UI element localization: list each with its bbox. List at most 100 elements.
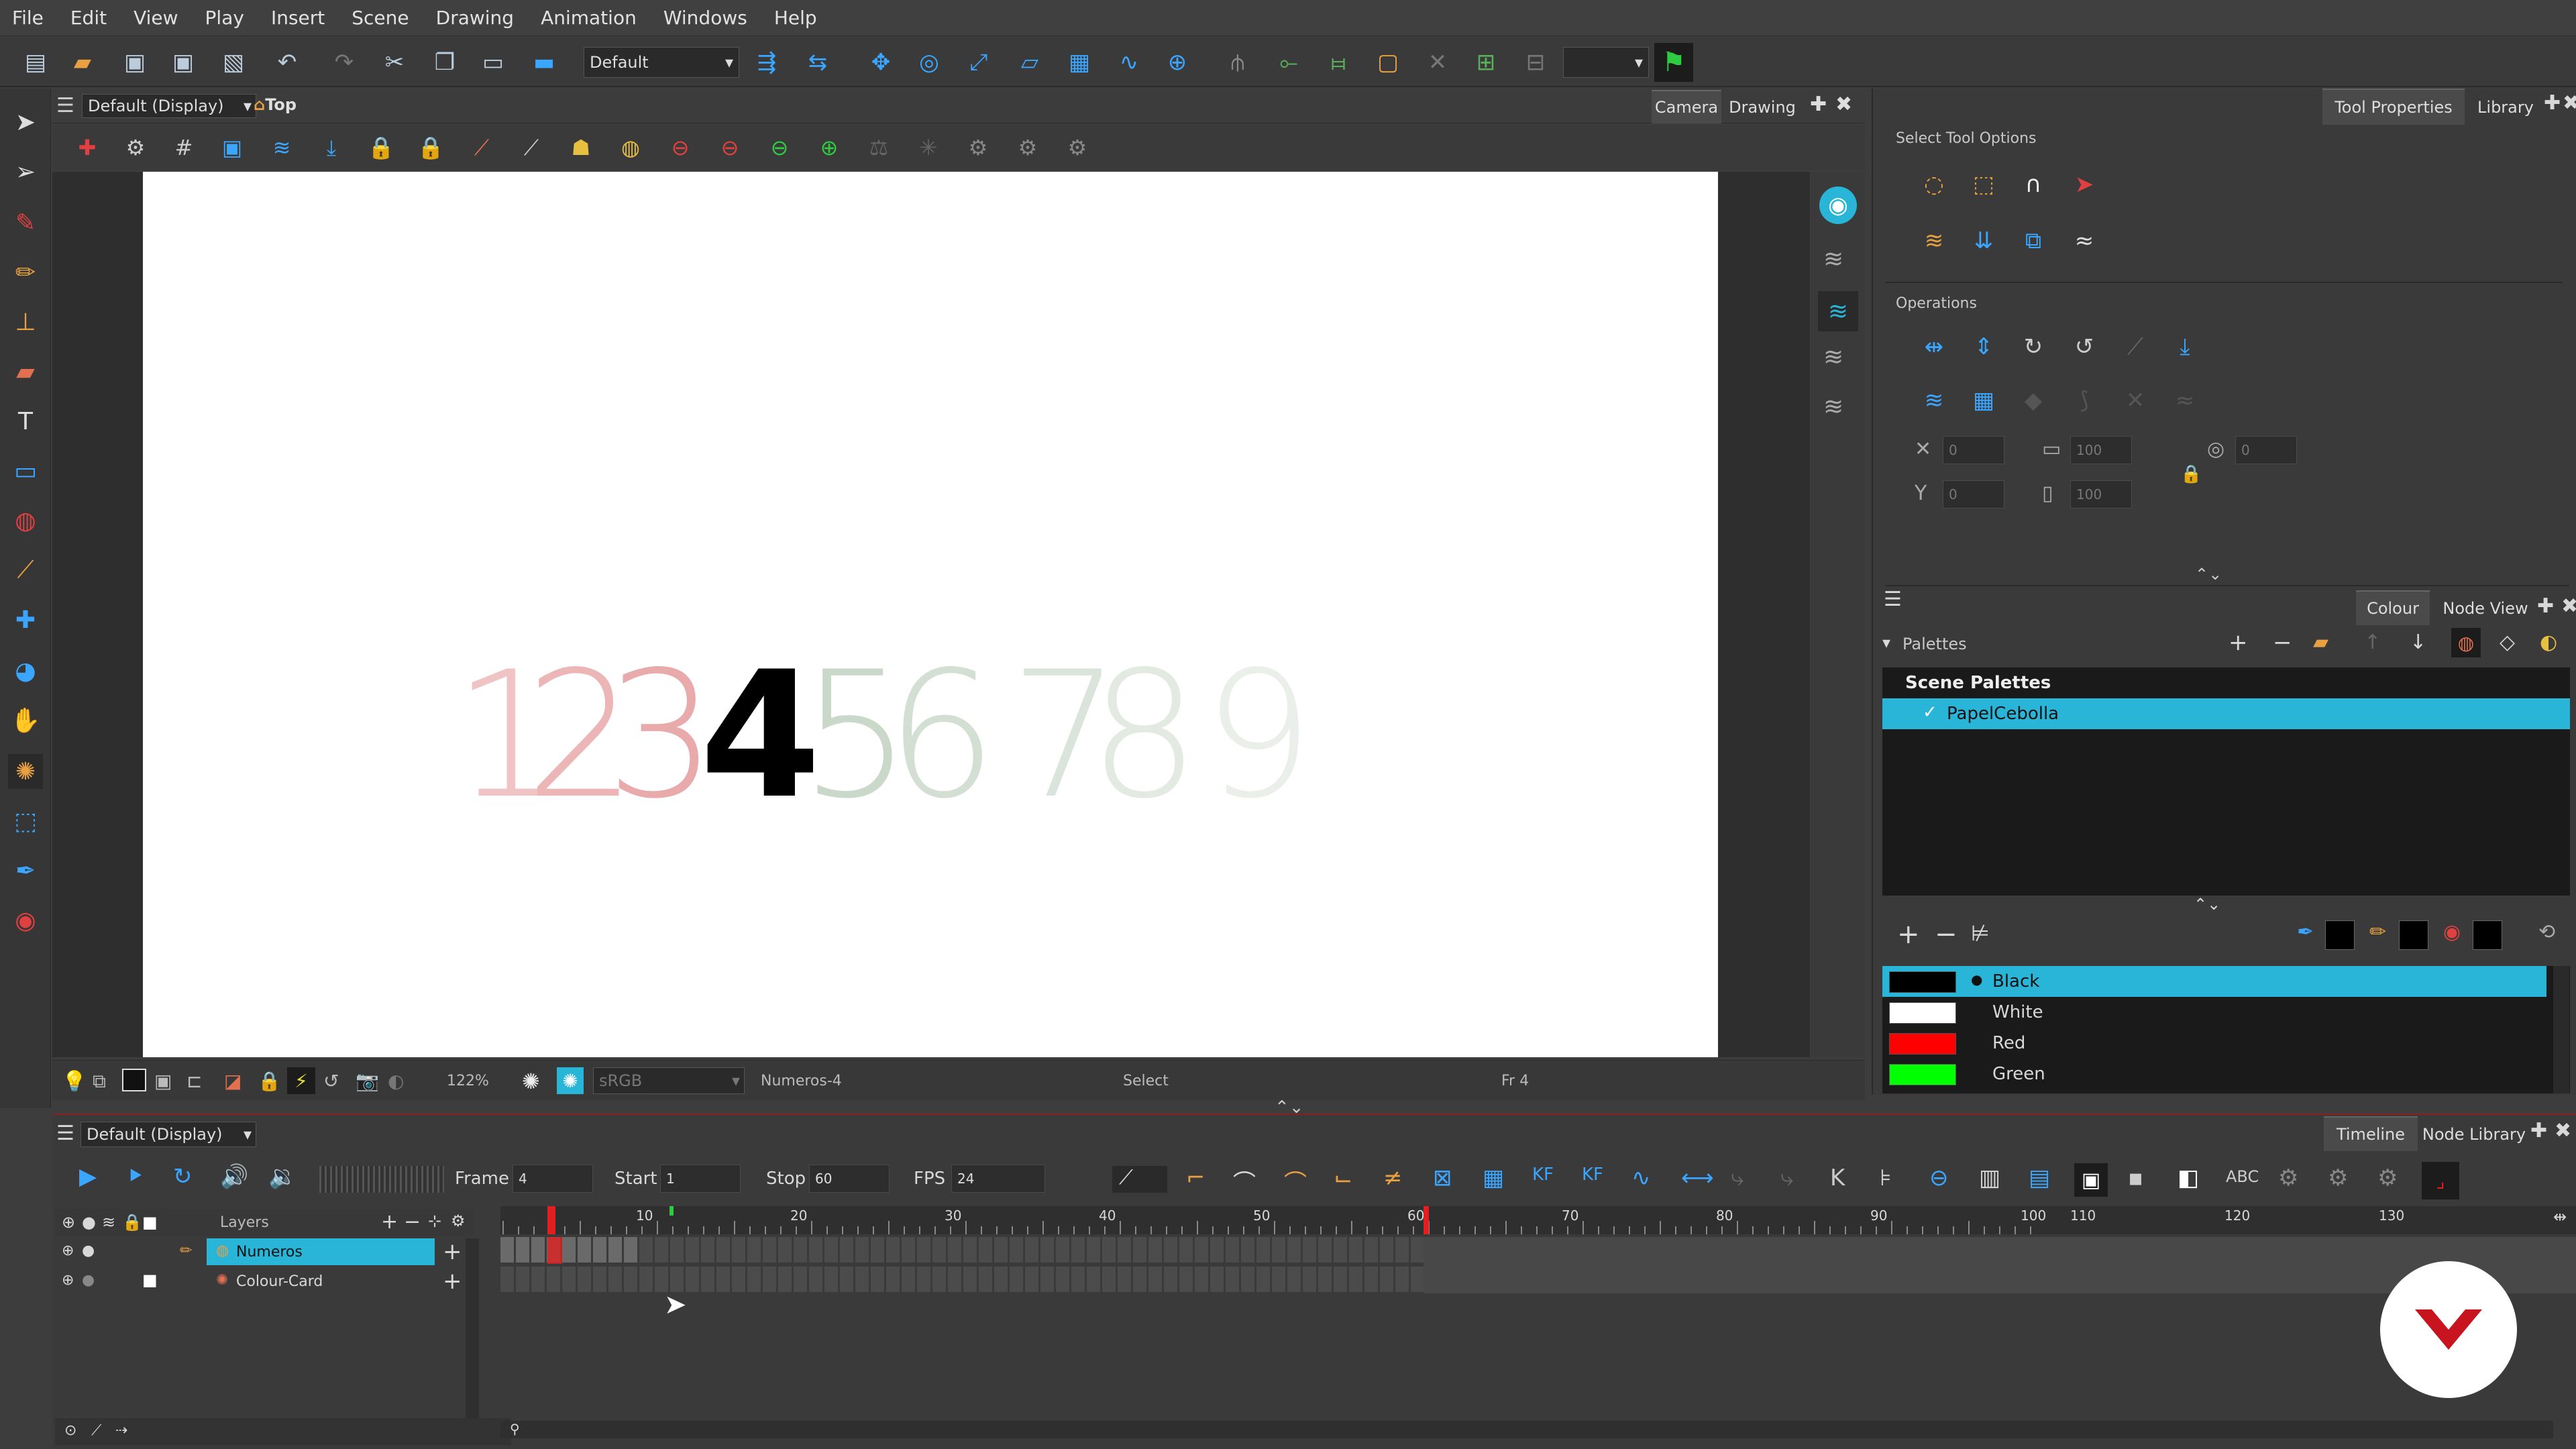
- crop-icon[interactable]: ⊏: [186, 1070, 202, 1092]
- add-peg-icon[interactable]: ⊞: [1470, 47, 1501, 78]
- frame-cell[interactable]: [1287, 1237, 1301, 1263]
- marquee-icon[interactable]: ⬚: [1967, 168, 2000, 201]
- panel-menu-icon[interactable]: ☰: [1884, 588, 1902, 611]
- frame-cell[interactable]: [1241, 1267, 1255, 1292]
- frame-cell[interactable]: [886, 1237, 900, 1263]
- frame-cell[interactable]: [686, 1237, 700, 1263]
- onion-next-icon[interactable]: ⊖: [763, 131, 796, 164]
- contour-editor-icon[interactable]: ➢: [8, 154, 43, 189]
- current-frame-cell[interactable]: [547, 1237, 562, 1264]
- frame-cell[interactable]: [732, 1267, 746, 1292]
- frame-cell[interactable]: [655, 1267, 669, 1292]
- frame-cell[interactable]: [1334, 1267, 1348, 1292]
- frame-cell[interactable]: [1195, 1267, 1209, 1292]
- frame-cell[interactable]: [1133, 1267, 1147, 1292]
- frame-cell[interactable]: [1226, 1237, 1240, 1263]
- palette-lock-icon[interactable]: ◐: [2540, 631, 2557, 654]
- frame-cell[interactable]: [1025, 1267, 1039, 1292]
- frame-cell[interactable]: [855, 1267, 869, 1292]
- tab-tool-properties[interactable]: Tool Properties: [2322, 89, 2465, 125]
- close-icon[interactable]: ✖: [2561, 594, 2576, 618]
- keyframe-icon[interactable]: ⟜: [1273, 47, 1304, 78]
- frame-cell[interactable]: [578, 1237, 592, 1263]
- frame-cell[interactable]: [747, 1267, 761, 1292]
- cut-icon[interactable]: ✂: [379, 47, 410, 78]
- new-scene-icon[interactable]: ▤: [20, 47, 51, 78]
- frame-cell[interactable]: [994, 1237, 1008, 1263]
- enable-icon[interactable]: ⊕: [62, 1242, 74, 1259]
- ruler-icon[interactable]: ⟋: [466, 131, 498, 164]
- frame-icon[interactable]: [122, 1069, 146, 1091]
- expand-icon[interactable]: ⇹: [2553, 1208, 2567, 1226]
- gear-icon[interactable]: ⚙: [2278, 1165, 2298, 1191]
- palette-mode-icon[interactable]: ◍: [2451, 628, 2481, 657]
- easing-icon[interactable]: ⌙: [1334, 1165, 1353, 1191]
- onion-skin-icon[interactable]: ⊖: [1929, 1165, 1949, 1191]
- menu-windows[interactable]: Windows: [663, 7, 747, 29]
- gear-icon[interactable]: ⚙: [1012, 131, 1044, 164]
- colour-item-black[interactable]: ● Black: [1882, 966, 2546, 997]
- colour-item-red[interactable]: Red: [1882, 1028, 2546, 1059]
- zoom-level[interactable]: 122%: [447, 1073, 489, 1089]
- empty-combo[interactable]: ▾: [1563, 47, 1649, 78]
- render-active-icon[interactable]: ✺: [557, 1067, 584, 1094]
- layers-icon[interactable]: ≋: [1823, 343, 1843, 371]
- workspace-combo[interactable]: Default ▾: [584, 47, 739, 78]
- frame-cells-area[interactable]: [500, 1237, 1425, 1293]
- frame-cell[interactable]: [639, 1237, 653, 1263]
- frame-cell[interactable]: [902, 1267, 916, 1292]
- frame-cell[interactable]: [1164, 1267, 1178, 1292]
- import-icon[interactable]: ▧: [218, 47, 249, 78]
- frame-cell[interactable]: [732, 1237, 746, 1263]
- reset-icon[interactable]: ↺: [323, 1070, 339, 1092]
- frame-cell[interactable]: [593, 1267, 607, 1292]
- layers-icon[interactable]: ≋: [1823, 393, 1843, 421]
- frame-cell[interactable]: [562, 1237, 576, 1263]
- frame-cell[interactable]: [516, 1237, 530, 1263]
- frame-cell[interactable]: [1256, 1237, 1271, 1263]
- rotate-icon[interactable]: ◎: [914, 47, 945, 78]
- enable-all-icon[interactable]: ⊕: [62, 1213, 75, 1232]
- add-icon[interactable]: +: [443, 1268, 462, 1295]
- frame-cell[interactable]: [716, 1267, 731, 1292]
- frame-cell[interactable]: [1118, 1237, 1132, 1263]
- frame-cell[interactable]: [1010, 1267, 1024, 1292]
- permanent-selection-icon[interactable]: ⇊: [1967, 224, 2000, 258]
- frame-cell[interactable]: [1318, 1267, 1332, 1292]
- snap-magnet-icon[interactable]: ∩: [2017, 168, 2050, 201]
- bounding-box-icon[interactable]: ▢: [1373, 47, 1403, 78]
- frame-cell[interactable]: [1411, 1237, 1425, 1263]
- auto-light-icon[interactable]: ☗: [565, 131, 597, 164]
- menu-help[interactable]: Help: [774, 7, 817, 29]
- light-table-icon[interactable]: ⤓: [315, 131, 347, 164]
- flip-horizontal-icon[interactable]: ⇹: [1917, 330, 1951, 364]
- frame-cell[interactable]: [1303, 1237, 1317, 1263]
- gear-icon[interactable]: ⚙: [2328, 1165, 2348, 1191]
- abc-icon[interactable]: ABC: [2226, 1167, 2259, 1186]
- paint-bucket-icon[interactable]: ◍: [8, 503, 43, 538]
- layers-all-icon[interactable]: ≋: [102, 1213, 115, 1232]
- undo-icon[interactable]: ↶: [272, 47, 303, 78]
- colour-item-green[interactable]: Green: [1882, 1059, 2546, 1089]
- frame-cell[interactable]: [932, 1237, 947, 1263]
- safe-frame-icon[interactable]: ▣: [154, 1070, 172, 1092]
- frame-cell[interactable]: [963, 1267, 977, 1292]
- pen-tool-icon[interactable]: ✒: [8, 853, 43, 888]
- stack-icon[interactable]: ⧉: [93, 1070, 106, 1093]
- brush-icon[interactable]: ⟋: [91, 1422, 101, 1439]
- height-field[interactable]: 100: [2070, 480, 2132, 508]
- brush-select-icon[interactable]: ▦: [1967, 384, 2000, 417]
- grid-off-icon[interactable]: ⊟: [1520, 47, 1551, 78]
- frame-cell[interactable]: [1272, 1237, 1286, 1263]
- frame-cell[interactable]: [1241, 1237, 1255, 1263]
- panel-collapse-arrows[interactable]: ⌃⌄: [2194, 895, 2220, 914]
- frame-cell[interactable]: [701, 1237, 715, 1263]
- perspective-icon[interactable]: ▦: [1064, 47, 1095, 78]
- lock-icon[interactable]: 🔒: [365, 131, 397, 164]
- timeline-display-combo[interactable]: Default (Display) ▾: [80, 1122, 256, 1147]
- stop-field[interactable]: 60: [809, 1165, 890, 1193]
- peg-icon[interactable]: ⫛: [1222, 47, 1253, 78]
- frame-cell[interactable]: [1071, 1237, 1085, 1263]
- frame-cell[interactable]: [1056, 1267, 1070, 1292]
- frame-cell[interactable]: [686, 1267, 700, 1292]
